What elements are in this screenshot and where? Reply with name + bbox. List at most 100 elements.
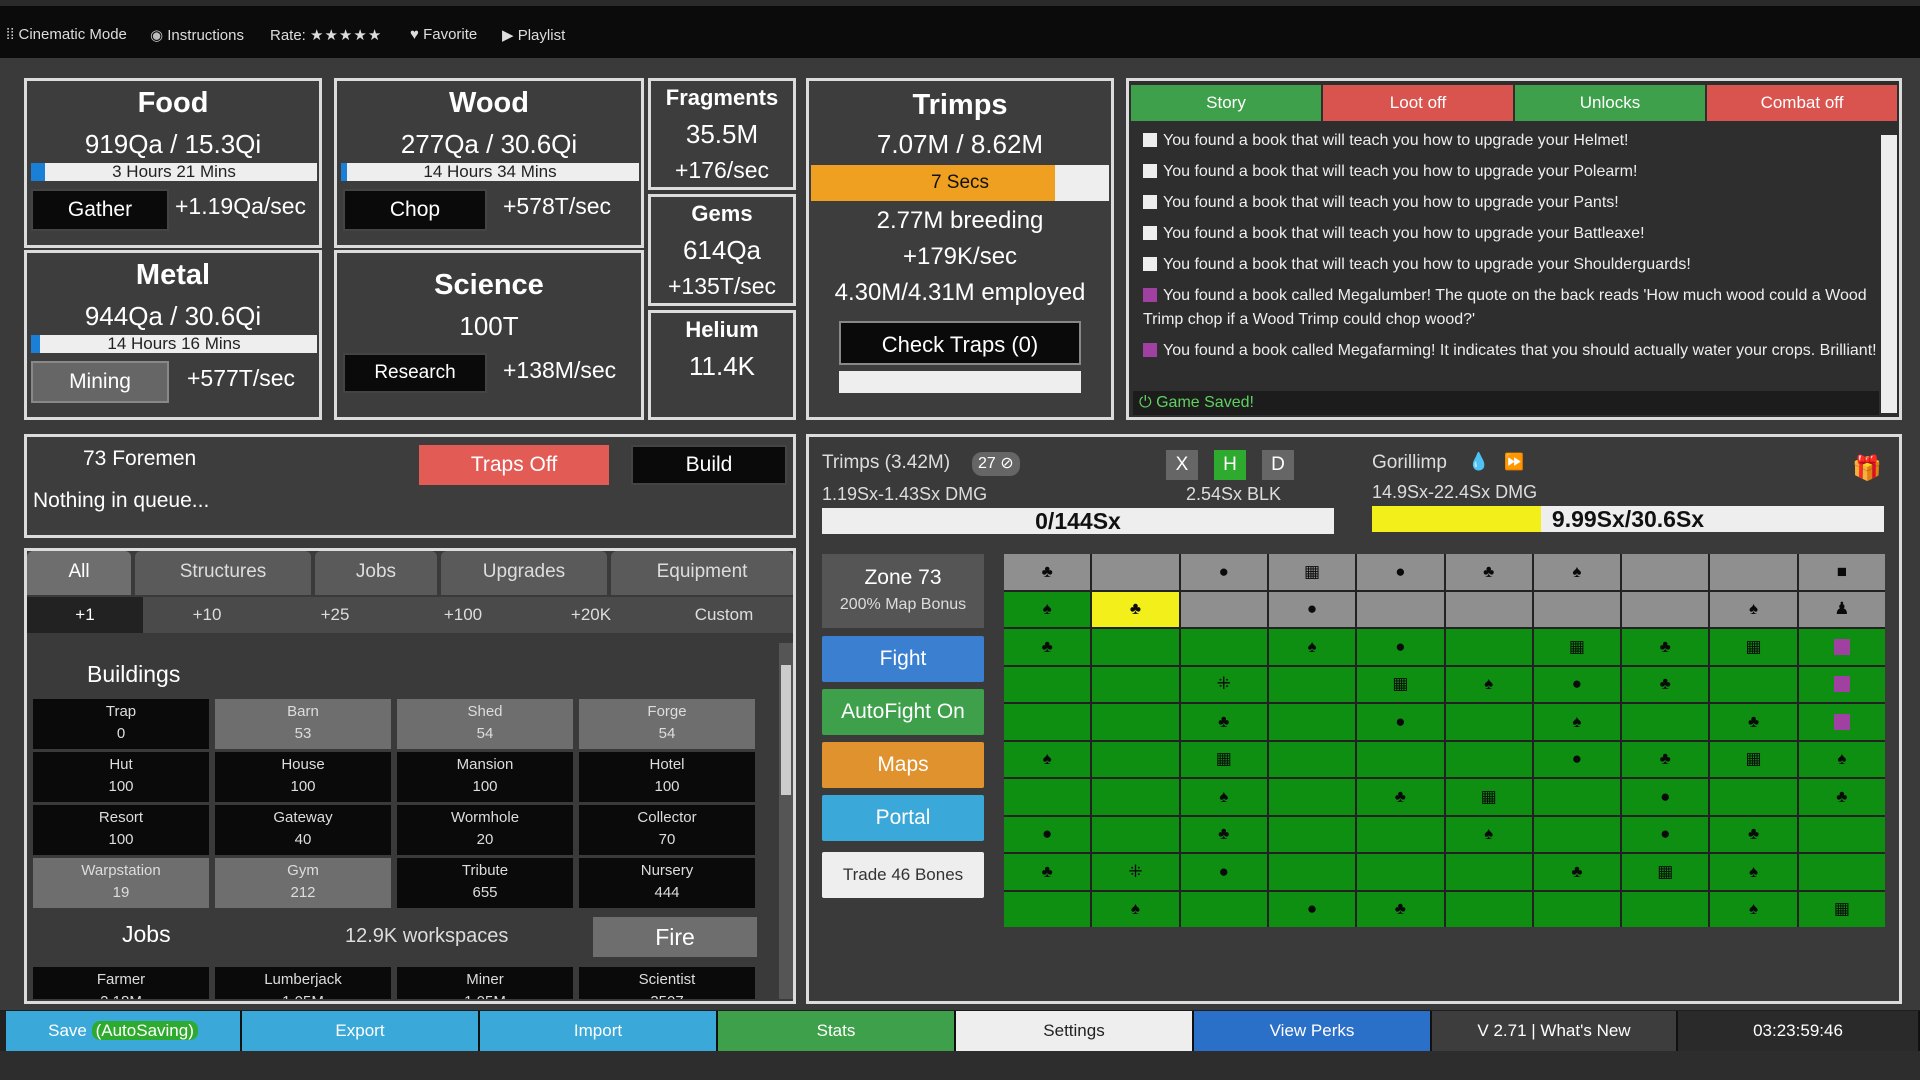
rate-control[interactable]: Rate: ★★★★★	[270, 26, 382, 44]
map-cell[interactable]: ▦	[1357, 666, 1444, 702]
map-cell[interactable]	[1622, 704, 1709, 740]
map-cell[interactable]	[1445, 891, 1532, 927]
map-cell[interactable]: ●	[1180, 854, 1267, 890]
portal-button[interactable]: Portal	[822, 795, 984, 841]
cinematic-mode-button[interactable]: ⁞⁞ Cinematic Mode	[6, 26, 127, 43]
map-cell[interactable]	[1798, 816, 1885, 852]
log-tab-loot[interactable]: Loot off	[1323, 85, 1513, 121]
map-cell[interactable]: ●	[1622, 816, 1709, 852]
map-cell[interactable]: ♣	[1357, 779, 1444, 815]
tab-all[interactable]: All	[27, 551, 131, 595]
map-cell[interactable]	[1445, 741, 1532, 777]
map-cell[interactable]	[1622, 554, 1709, 590]
map-cell[interactable]: ♣	[1622, 741, 1709, 777]
map-cell[interactable]: ▦	[1445, 779, 1532, 815]
map-cell[interactable]: ▦	[1622, 854, 1709, 890]
job-farmer[interactable]: Farmer 2.18M	[33, 967, 209, 999]
log-tab-combat[interactable]: Combat off	[1707, 85, 1897, 121]
job-miner[interactable]: Miner 1.05M	[397, 967, 573, 999]
tab-jobs[interactable]: Jobs	[315, 551, 437, 595]
formation-h-button[interactable]: H	[1214, 450, 1246, 480]
map-cell[interactable]	[1445, 854, 1532, 890]
map-cell[interactable]: ●	[1268, 891, 1356, 927]
stats-button[interactable]: Stats	[718, 1011, 956, 1051]
building-hut[interactable]: Hut 100	[33, 752, 209, 802]
buy-amount-25[interactable]: +25	[271, 597, 399, 633]
map-cell[interactable]	[1092, 666, 1179, 702]
building-resort[interactable]: Resort 100	[33, 805, 209, 855]
map-cell[interactable]	[1798, 666, 1885, 702]
autofight-button[interactable]: AutoFight On	[822, 689, 984, 735]
map-cell[interactable]	[1092, 554, 1179, 590]
build-scrollbar[interactable]	[779, 643, 793, 999]
buy-amount-1[interactable]: +1	[27, 597, 143, 633]
map-cell[interactable]: ●	[1533, 666, 1621, 702]
map-cell[interactable]	[1445, 591, 1532, 627]
map-cell[interactable]	[1268, 741, 1356, 777]
map-cell[interactable]: ♠	[1798, 741, 1885, 777]
map-cell[interactable]: ●	[1004, 816, 1091, 852]
building-trap[interactable]: Trap 0	[33, 699, 209, 749]
map-cell[interactable]: ♠	[1004, 591, 1091, 627]
map-cell[interactable]	[1710, 554, 1797, 590]
map-cell[interactable]	[1180, 591, 1267, 627]
map-cell[interactable]: ♣	[1180, 704, 1267, 740]
map-cell[interactable]: ♠	[1533, 554, 1621, 590]
building-warpstation[interactable]: Warpstation 19	[33, 858, 209, 908]
buy-amount-10[interactable]: +10	[143, 597, 271, 633]
map-cell[interactable]: ♠	[1445, 816, 1532, 852]
map-cell[interactable]: ♠	[1445, 666, 1532, 702]
map-cell[interactable]: ♣	[1622, 629, 1709, 665]
map-cell[interactable]	[1268, 666, 1356, 702]
map-cell[interactable]: ▦	[1180, 741, 1267, 777]
build-scrollbar-thumb[interactable]	[781, 665, 791, 795]
map-cell[interactable]: ●	[1268, 591, 1356, 627]
map-cell[interactable]: ♟	[1798, 591, 1885, 627]
import-button[interactable]: Import	[480, 1011, 718, 1051]
map-cell[interactable]: ▦	[1268, 554, 1356, 590]
formation-d-button[interactable]: D	[1262, 450, 1294, 480]
tab-equipment[interactable]: Equipment	[611, 551, 793, 595]
map-cell[interactable]: ▦	[1710, 629, 1797, 665]
map-cell[interactable]: ♣	[1710, 704, 1797, 740]
log-tab-story[interactable]: Story	[1131, 85, 1321, 121]
map-cell[interactable]: ⁜	[1092, 854, 1179, 890]
research-button[interactable]: Research	[343, 353, 487, 393]
settings-button[interactable]: Settings	[956, 1011, 1194, 1051]
map-cell[interactable]	[1798, 704, 1885, 740]
map-cell[interactable]: ♠	[1092, 891, 1179, 927]
rating-stars-icon[interactable]: ★★★★★	[310, 27, 382, 44]
trade-bones-button[interactable]: Trade 46 Bones	[822, 852, 984, 898]
formation-x-button[interactable]: X	[1166, 450, 1198, 480]
map-cell[interactable]	[1533, 779, 1621, 815]
tab-upgrades[interactable]: Upgrades	[441, 551, 607, 595]
map-cell[interactable]: ⁜	[1180, 666, 1267, 702]
map-cell[interactable]: ♣	[1798, 779, 1885, 815]
map-cell[interactable]	[1622, 891, 1709, 927]
map-cell[interactable]	[1092, 816, 1179, 852]
job-scientist[interactable]: Scientist 3507	[579, 967, 755, 999]
building-nursery[interactable]: Nursery 444	[579, 858, 755, 908]
buy-amount-100[interactable]: +100	[399, 597, 527, 633]
map-cell[interactable]	[1268, 854, 1356, 890]
map-cell[interactable]	[1357, 741, 1444, 777]
job-lumberjack[interactable]: Lumberjack 1.05M	[215, 967, 391, 999]
build-button[interactable]: Build	[631, 445, 787, 485]
map-cell[interactable]	[1710, 666, 1797, 702]
favorite-button[interactable]: ♥ Favorite	[410, 26, 477, 43]
tab-structures[interactable]: Structures	[135, 551, 311, 595]
map-cell[interactable]: ■	[1798, 554, 1885, 590]
building-house[interactable]: House 100	[215, 752, 391, 802]
view-perks-button[interactable]: View Perks	[1194, 1011, 1432, 1051]
buy-amount-custom[interactable]: Custom	[655, 597, 793, 633]
map-cell[interactable]	[1357, 854, 1444, 890]
map-cell[interactable]: ♠	[1710, 891, 1797, 927]
map-cell[interactable]	[1268, 779, 1356, 815]
map-cell[interactable]	[1004, 779, 1091, 815]
map-cell[interactable]: ●	[1357, 704, 1444, 740]
map-cell[interactable]: ♠	[1268, 629, 1356, 665]
map-cell[interactable]: ●	[1533, 741, 1621, 777]
map-cell[interactable]	[1710, 779, 1797, 815]
map-cell[interactable]	[1004, 891, 1091, 927]
map-cell[interactable]	[1004, 704, 1091, 740]
